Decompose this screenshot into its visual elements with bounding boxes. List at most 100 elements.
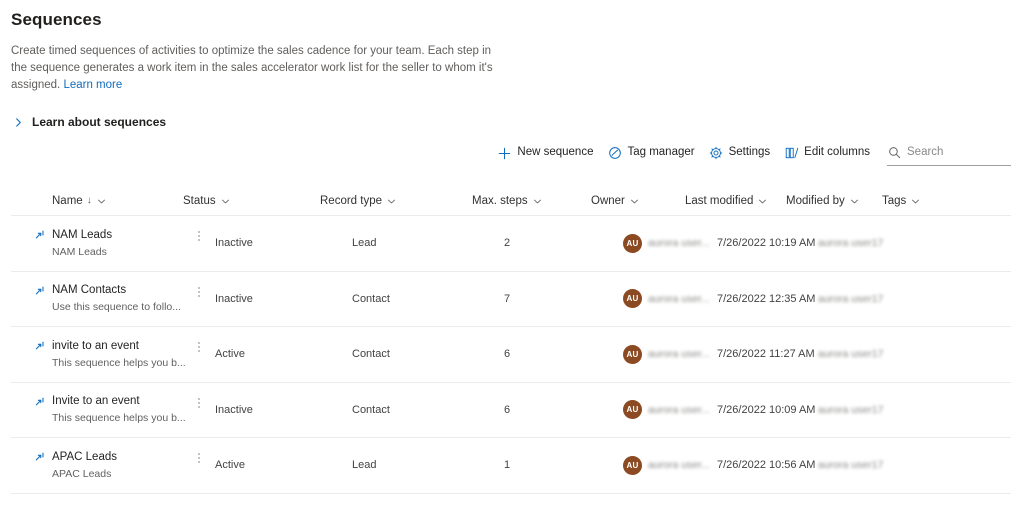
cell-tags [914,272,974,327]
settings-button[interactable]: Settings [702,140,778,166]
cell-max-steps: 2 [504,216,623,271]
cell-status: Inactive [215,216,352,271]
column-header-status[interactable]: Status [183,187,320,215]
command-bar: New sequence Tag manager Settings Edit c… [490,140,1011,166]
chevron-down-icon [387,197,396,206]
learn-about-sequences-expander[interactable]: Learn about sequences [11,115,171,129]
cell-name[interactable]: NAM Leads NAM Leads [11,216,183,271]
edit-columns-icon [784,146,799,161]
chevron-down-icon [911,197,920,206]
cell-last-modified: 7/26/2022 11:27 AM [717,327,818,382]
new-sequence-button[interactable]: New sequence [490,140,600,166]
plus-icon [497,146,512,161]
column-header-status-label: Status [183,195,216,207]
cell-record-type: Lead [352,438,504,493]
cell-tags [914,383,974,438]
sequence-description: APAC Leads [52,467,112,480]
cell-tags [914,438,974,493]
column-header-max-steps[interactable]: Max. steps [472,187,591,215]
table-row[interactable]: NAM Contacts Use this sequence to follo.… [11,272,1011,327]
column-header-owner[interactable]: Owner [591,187,685,215]
chevron-down-icon [850,197,859,206]
learn-more-link[interactable]: Learn more [63,79,122,91]
cell-max-steps: 6 [504,327,623,382]
cell-name[interactable]: NAM Contacts Use this sequence to follo.… [11,272,183,327]
column-header-name-label: Name [52,195,83,207]
search-box[interactable] [887,140,1011,166]
owner-name: aurora user... [648,403,710,416]
max-steps-value: 7 [504,292,511,305]
modified-by-value: aurora user17 [818,237,884,250]
chevron-down-icon [630,197,639,206]
tag-manager-button[interactable]: Tag manager [600,140,701,166]
avatar: AU [623,289,642,309]
search-input[interactable] [907,146,1011,158]
record-type-value: Contact [352,348,390,361]
row-more-options-icon[interactable] [183,383,215,438]
status-badge: Inactive [215,403,253,416]
status-badge: Inactive [215,237,253,250]
sequence-icon [35,230,48,243]
row-more-options-icon[interactable] [183,272,215,327]
cell-last-modified: 7/26/2022 10:56 AM [717,438,818,493]
row-more-options-icon[interactable] [183,438,215,493]
column-header-last-modified[interactable]: Last modified [685,187,786,215]
sequences-grid: Name ↓ Status Record type Max. steps Own… [11,187,1011,494]
column-header-record-type[interactable]: Record type [320,187,472,215]
avatar: AU [623,344,642,364]
column-header-last-modified-label: Last modified [685,195,754,207]
cell-tags [914,327,974,382]
record-type-value: Contact [352,292,390,305]
chevron-down-icon [533,197,542,206]
last-modified-value: 7/26/2022 12:35 AM [717,292,816,305]
row-more-options-icon[interactable] [183,327,215,382]
status-badge: Inactive [215,292,253,305]
cell-record-type: Contact [352,327,504,382]
cell-record-type: Lead [352,216,504,271]
row-more-options-icon[interactable] [183,216,215,271]
cell-status: Active [215,327,352,382]
cell-tags [914,216,974,271]
sequence-description: Use this sequence to follo... [52,301,181,314]
cell-name[interactable]: APAC Leads APAC Leads [11,438,183,493]
column-header-tags-label: Tags [882,195,907,207]
column-header-tags[interactable]: Tags [882,187,942,215]
cell-max-steps: 1 [504,438,623,493]
last-modified-value: 7/26/2022 10:09 AM [717,403,816,416]
learn-about-sequences-label: Learn about sequences [32,115,167,129]
sequence-name: invite to an event [52,339,139,352]
column-header-max-steps-label: Max. steps [472,195,528,207]
page-title: Sequences [11,10,102,29]
max-steps-value: 2 [504,237,511,250]
cell-modified-by: aurora user17 [818,438,914,493]
column-header-record-type-label: Record type [320,195,383,207]
column-header-modified-by[interactable]: Modified by [786,187,882,215]
tag-icon [607,146,622,161]
sequence-description: NAM Leads [52,245,107,258]
record-type-value: Lead [352,459,377,472]
cell-last-modified: 7/26/2022 10:19 AM [717,216,818,271]
cell-name[interactable]: invite to an event This sequence helps y… [11,327,186,382]
table-row[interactable]: Invite to an event This sequence helps y… [11,383,1011,438]
sequence-icon [35,397,48,410]
table-row[interactable]: APAC Leads APAC Leads Active Lead 1 AU a… [11,438,1011,494]
column-header-name[interactable]: Name ↓ [11,187,183,215]
new-sequence-label: New sequence [517,146,594,159]
table-row[interactable]: invite to an event This sequence helps y… [11,327,1011,383]
cell-status: Inactive [215,383,352,438]
last-modified-value: 7/26/2022 10:56 AM [717,459,816,472]
owner-name: aurora user... [648,348,710,361]
cell-name[interactable]: Invite to an event This sequence helps y… [11,383,186,438]
chevron-down-icon [221,197,230,206]
table-row[interactable]: NAM Leads NAM Leads Inactive Lead 2 AU a… [11,216,1011,272]
cell-status: Active [215,438,352,493]
avatar: AU [623,400,642,420]
edit-columns-button[interactable]: Edit columns [777,140,877,166]
tag-manager-label: Tag manager [627,146,695,159]
owner-name: aurora user... [648,237,710,250]
cell-record-type: Contact [352,272,504,327]
cell-status: Inactive [215,272,352,327]
page-description: Create timed sequences of activities to … [11,43,497,94]
gear-icon [709,146,724,161]
chevron-down-icon [97,197,106,206]
